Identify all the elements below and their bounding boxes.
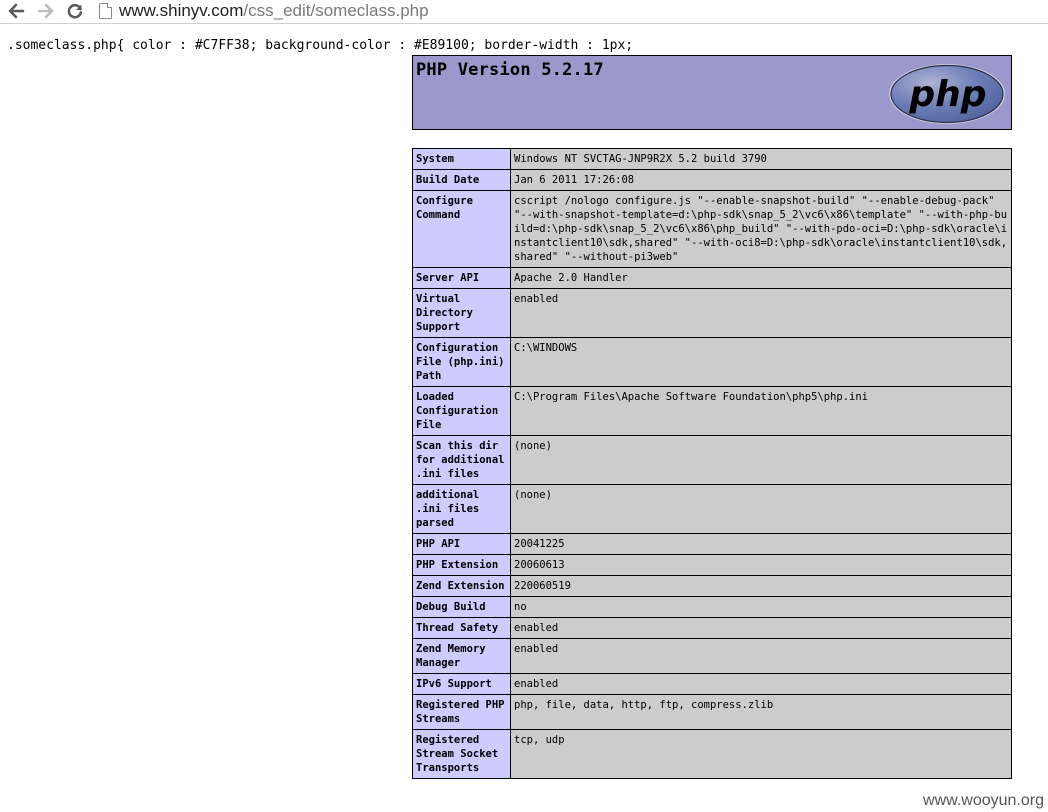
row-label: additional .ini files parsed: [412, 484, 511, 534]
css-rule-text: .someclass.php{ color : #C7FF38; backgro…: [7, 38, 634, 53]
row-label: System: [412, 148, 511, 170]
table-row: IPv6 Support enabled: [412, 673, 1012, 695]
phpinfo-header: PHP Version 5.2.17 php: [412, 55, 1012, 130]
row-value: 20041225: [510, 533, 1012, 555]
reload-button[interactable]: [64, 0, 86, 22]
url-domain: www.shinyv.com: [119, 1, 244, 20]
row-label: Loaded Configuration File: [412, 386, 511, 436]
row-value: C:\WINDOWS: [510, 337, 1012, 387]
table-row: Thread Safety enabled: [412, 617, 1012, 639]
row-label: Configure Command: [412, 190, 511, 268]
row-value: no: [510, 596, 1012, 618]
url-path: /css_edit/someclass.php: [243, 1, 429, 20]
table-row: Registered PHP Streams php, file, data, h…: [412, 694, 1012, 730]
row-label: Thread Safety: [412, 617, 511, 639]
table-row: Registered Stream Socket Transports tcp, …: [412, 729, 1012, 779]
row-label: Build Date: [412, 169, 511, 191]
row-value: enabled: [510, 288, 1012, 338]
php-logo[interactable]: php: [888, 63, 1006, 125]
address-bar[interactable]: www.shinyv.com/css_edit/someclass.php: [119, 0, 429, 22]
table-row: Virtual Directory Support enabled: [412, 288, 1012, 338]
row-label: Debug Build: [412, 596, 511, 618]
row-label: Zend Extension: [412, 575, 511, 597]
row-value: enabled: [510, 673, 1012, 695]
table-row: Configure Command cscript /nologo configu…: [412, 190, 1012, 268]
table-row: additional .ini files parsed (none): [412, 484, 1012, 534]
row-value: Apache 2.0 Handler: [510, 267, 1012, 289]
row-value: tcp, udp: [510, 729, 1012, 779]
row-value: (none): [510, 484, 1012, 534]
row-label: Registered Stream Socket Transports: [412, 729, 511, 779]
row-label: Server API: [412, 267, 511, 289]
phpinfo-table: System Windows NT SVCTAG-JNP9R2X 5.2 buil…: [412, 148, 1012, 779]
row-label: Registered PHP Streams: [412, 694, 511, 730]
phpinfo-panel: PHP Version 5.2.17 php System Windows NT …: [412, 55, 1012, 779]
row-value: 20060613: [510, 554, 1012, 576]
row-value: cscript /nologo configure.js "--enable-s…: [510, 190, 1012, 268]
php-logo-text: php: [908, 74, 986, 115]
table-row: Build Date Jan 6 2011 17:26:08: [412, 169, 1012, 191]
row-label: PHP Extension: [412, 554, 511, 576]
row-label: Virtual Directory Support: [412, 288, 511, 338]
table-row: Zend Memory Manager enabled: [412, 638, 1012, 674]
back-button[interactable]: [5, 0, 27, 22]
table-row: PHP API 20041225: [412, 533, 1012, 555]
row-label: Zend Memory Manager: [412, 638, 511, 674]
row-value: 220060519: [510, 575, 1012, 597]
table-row: Server API Apache 2.0 Handler: [412, 267, 1012, 289]
row-value: enabled: [510, 638, 1012, 674]
arrow-left-icon: [8, 3, 25, 19]
table-row: Debug Build no: [412, 596, 1012, 618]
table-row: PHP Extension 20060613: [412, 554, 1012, 576]
arrow-right-icon: [37, 3, 54, 19]
row-value: Windows NT SVCTAG-JNP9R2X 5.2 build 3790: [510, 148, 1012, 170]
row-label: PHP API: [412, 533, 511, 555]
watermark: www.wooyun.org: [923, 792, 1044, 809]
row-value: php, file, data, http, ftp, compress.zli…: [510, 694, 1012, 730]
browser-toolbar: www.shinyv.com/css_edit/someclass.php: [0, 0, 1048, 24]
table-row: Scan this dir for additional .ini files(…: [412, 435, 1012, 485]
row-value: enabled: [510, 617, 1012, 639]
row-label: Scan this dir for additional .ini files: [412, 435, 511, 485]
page-icon: [99, 3, 112, 19]
table-row: Loaded Configuration File C:\Program File…: [412, 386, 1012, 436]
forward-button[interactable]: [35, 0, 57, 22]
row-label: IPv6 Support: [412, 673, 511, 695]
reload-icon: [67, 4, 83, 19]
table-row: Zend Extension 220060519: [412, 575, 1012, 597]
table-row: Configuration File (php.ini) Path C:\WIND…: [412, 337, 1012, 387]
row-value: C:\Program Files\Apache Software Foundat…: [510, 386, 1012, 436]
row-value: (none): [510, 435, 1012, 485]
table-row: System Windows NT SVCTAG-JNP9R2X 5.2 buil…: [412, 148, 1012, 170]
page-title: PHP Version 5.2.17: [416, 60, 604, 80]
row-label: Configuration File (php.ini) Path: [412, 337, 511, 387]
row-value: Jan 6 2011 17:26:08: [510, 169, 1012, 191]
